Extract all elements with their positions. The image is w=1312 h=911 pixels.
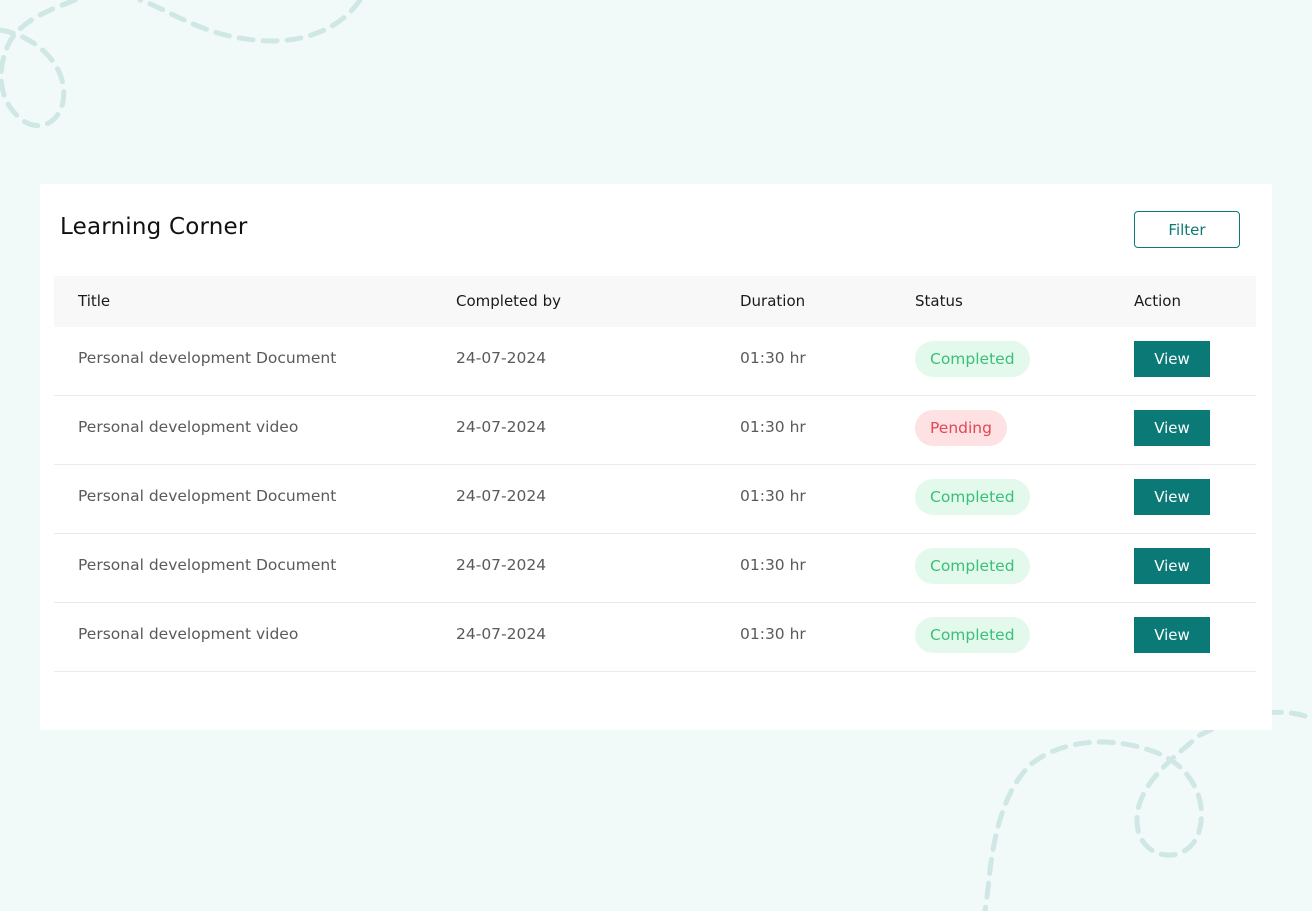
row-duration: 01:30 hr <box>740 418 806 436</box>
status-badge: Pending <box>915 410 1007 446</box>
learning-table: Title Completed by Duration Status Actio… <box>54 276 1256 672</box>
row-duration: 01:30 hr <box>740 349 806 367</box>
table-header: Title Completed by Duration Status Actio… <box>54 276 1256 327</box>
view-button[interactable]: View <box>1134 548 1210 584</box>
table-row: Personal development video 24-07-2024 01… <box>54 396 1256 465</box>
view-button[interactable]: View <box>1134 479 1210 515</box>
filter-button[interactable]: Filter <box>1134 211 1240 248</box>
row-title: Personal development Document <box>78 556 337 574</box>
view-button[interactable]: View <box>1134 617 1210 653</box>
header-completed-by: Completed by <box>456 292 561 310</box>
table-row: Personal development Document 24-07-2024… <box>54 327 1256 396</box>
learning-corner-card: Learning Corner Filter Title Completed b… <box>40 184 1272 730</box>
row-duration: 01:30 hr <box>740 487 806 505</box>
status-badge: Completed <box>915 341 1030 377</box>
view-button[interactable]: View <box>1134 410 1210 446</box>
row-completed-by: 24-07-2024 <box>456 625 547 643</box>
status-badge: Completed <box>915 479 1030 515</box>
row-duration: 01:30 hr <box>740 556 806 574</box>
row-title: Personal development video <box>78 625 299 643</box>
header-status: Status <box>915 292 963 310</box>
status-badge: Completed <box>915 548 1030 584</box>
table-row: Personal development video 24-07-2024 01… <box>54 603 1256 672</box>
row-title: Personal development video <box>78 418 299 436</box>
row-completed-by: 24-07-2024 <box>456 487 547 505</box>
header-duration: Duration <box>740 292 806 310</box>
table-row: Personal development Document 24-07-2024… <box>54 534 1256 603</box>
status-badge: Completed <box>915 617 1030 653</box>
table-row: Personal development Document 24-07-2024… <box>54 465 1256 534</box>
row-completed-by: 24-07-2024 <box>456 556 547 574</box>
row-completed-by: 24-07-2024 <box>456 349 547 367</box>
row-completed-by: 24-07-2024 <box>456 418 547 436</box>
header-title: Title <box>78 292 111 310</box>
row-title: Personal development Document <box>78 487 337 505</box>
row-duration: 01:30 hr <box>740 625 806 643</box>
row-title: Personal development Document <box>78 349 337 367</box>
page-title: Learning Corner <box>60 214 248 240</box>
header-action: Action <box>1134 292 1181 310</box>
view-button[interactable]: View <box>1134 341 1210 377</box>
